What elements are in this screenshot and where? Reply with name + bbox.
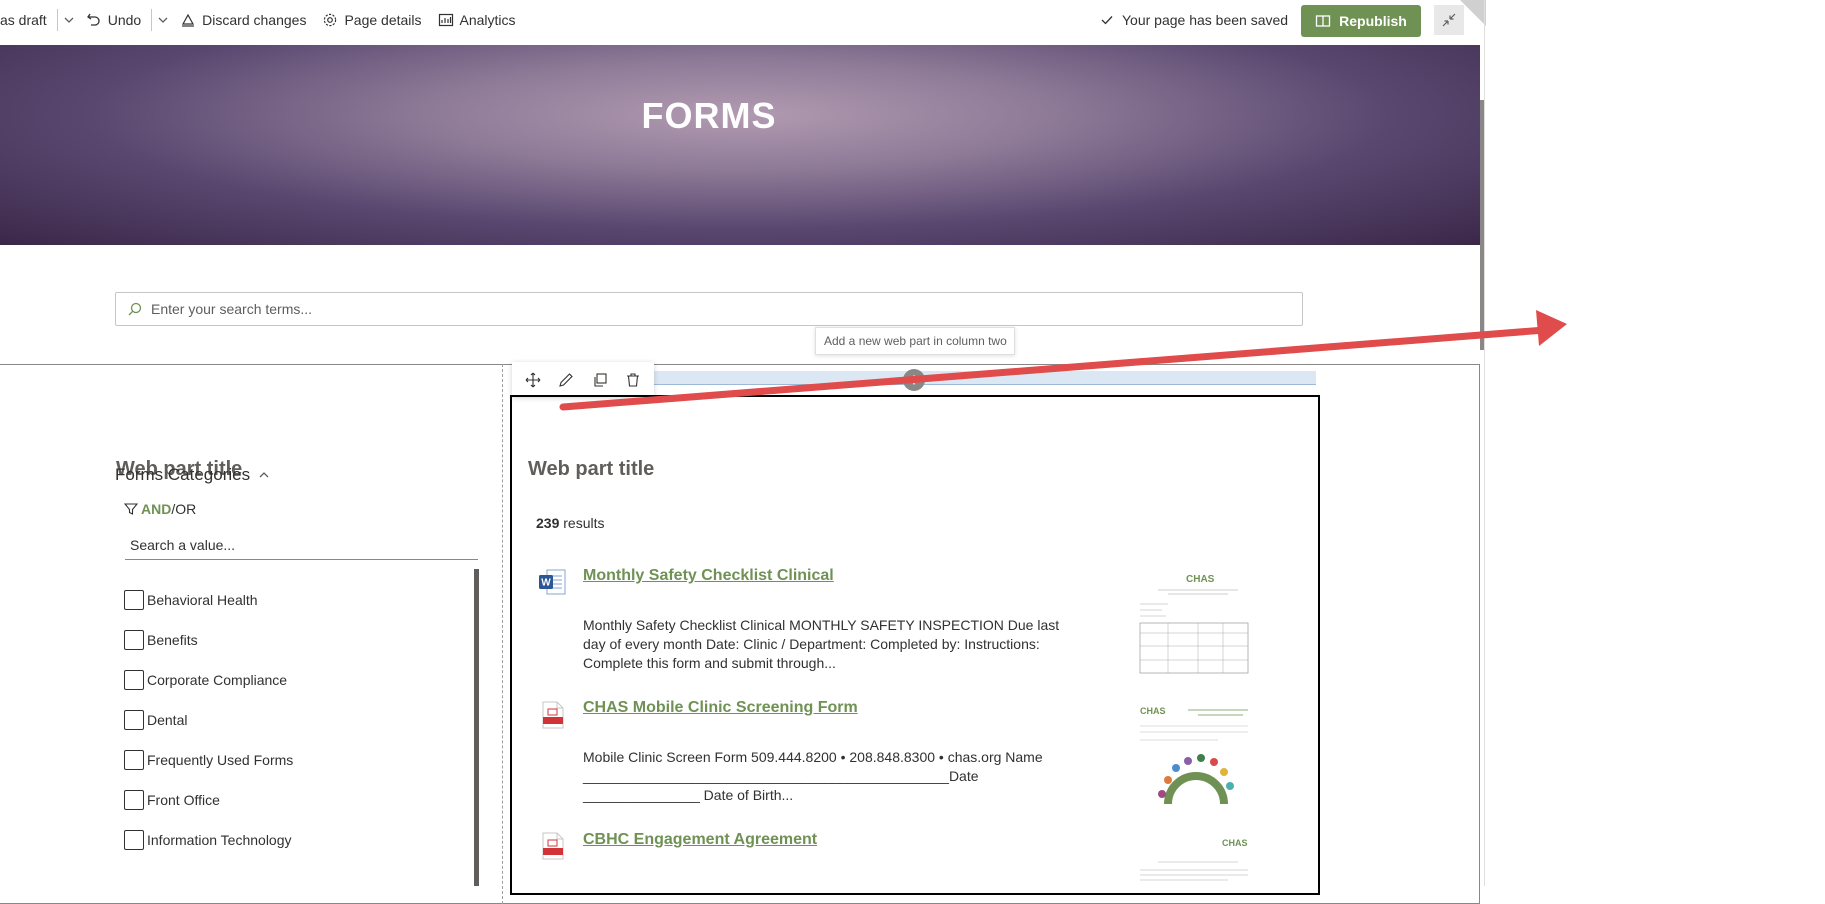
- right-webpart-title: Web part title: [528, 458, 655, 480]
- discard-icon: [182, 13, 195, 27]
- saved-status-text: Your page has been saved: [1122, 12, 1289, 28]
- value-search-input[interactable]: Search a value...: [125, 530, 478, 560]
- undo-icon: [86, 13, 100, 26]
- collapse-icon: [1442, 13, 1456, 27]
- save-as-draft-label: as draft: [0, 12, 47, 28]
- gear-icon: [324, 13, 337, 27]
- undo-button[interactable]: Undo: [78, 0, 149, 40]
- category-checkbox[interactable]: Front Office: [124, 780, 293, 820]
- panel-edge: [1484, 0, 1485, 886]
- hero-banner: FORMS: [0, 45, 1480, 245]
- discard-changes-button[interactable]: Discard changes: [172, 0, 314, 40]
- document-thumbnail[interactable]: CHAS: [1138, 832, 1250, 886]
- result-title-link[interactable]: Monthly Safety Checklist Clinical: [583, 567, 834, 585]
- page-details-label: Page details: [344, 12, 422, 28]
- filter-title: Forms Categories: [115, 465, 251, 484]
- category-checkbox[interactable]: Dental: [124, 700, 293, 740]
- category-checkbox[interactable]: Information Technology: [124, 820, 293, 860]
- column-divider: [502, 364, 503, 904]
- checkmark-icon: [1101, 16, 1113, 25]
- category-label: Benefits: [147, 632, 198, 648]
- analytics-label: Analytics: [459, 12, 516, 28]
- filter-header[interactable]: Forms Categories: [115, 465, 270, 485]
- discard-label: Discard changes: [202, 12, 307, 28]
- checkbox[interactable]: [124, 790, 144, 810]
- search-placeholder: Enter your search terms...: [151, 301, 313, 317]
- category-label: Frequently Used Forms: [147, 752, 294, 768]
- category-label: Behavioral Health: [147, 592, 258, 608]
- svg-text:CHAS: CHAS: [1222, 838, 1248, 848]
- chevron-up-icon: [259, 472, 269, 478]
- document-thumbnail[interactable]: CHAS: [1138, 568, 1250, 676]
- checkbox[interactable]: [124, 590, 144, 610]
- add-webpart-tooltip: Add a new web part in column two: [815, 327, 1015, 355]
- category-checkbox[interactable]: Corporate Compliance: [124, 660, 293, 700]
- and-label: AND: [141, 501, 172, 517]
- category-label: Dental: [147, 712, 188, 728]
- saved-status: Your page has been saved: [1100, 0, 1288, 40]
- category-checkbox[interactable]: Benefits: [124, 620, 293, 660]
- result-title-link[interactable]: CBHC Engagement Agreement: [583, 831, 817, 849]
- save-as-draft-button[interactable]: as draft: [0, 0, 55, 40]
- and-or-toggle[interactable]: AND /OR: [124, 501, 196, 517]
- undo-label: Undo: [107, 12, 142, 28]
- book-icon: [1316, 15, 1331, 27]
- results-count: 239 results: [536, 515, 604, 531]
- divider: [56, 9, 58, 31]
- checkbox[interactable]: [124, 750, 144, 770]
- category-label: Information Technology: [147, 832, 292, 848]
- analytics-icon: [438, 13, 453, 27]
- result-title-link[interactable]: CHAS Mobile Clinic Screening Form: [583, 699, 858, 717]
- search-input[interactable]: Enter your search terms...: [115, 292, 1303, 326]
- move-icon[interactable]: [519, 366, 547, 394]
- checkbox[interactable]: [124, 630, 144, 650]
- add-webpart-line[interactable]: [654, 371, 1316, 385]
- checkbox[interactable]: [124, 670, 144, 690]
- checkbox[interactable]: [124, 830, 144, 850]
- result-snippet: Monthly Safety Checklist Clinical MONTHL…: [583, 617, 1060, 671]
- word-doc-icon: W: [538, 568, 566, 598]
- add-webpart-plus-icon[interactable]: +: [903, 369, 925, 391]
- search-icon: [128, 302, 142, 316]
- pdf-icon: [538, 700, 566, 730]
- republish-button[interactable]: Republish: [1301, 5, 1421, 37]
- save-dropdown-chevron-icon[interactable]: [60, 0, 78, 40]
- document-thumbnail[interactable]: CHAS: [1138, 700, 1250, 808]
- category-label: Corporate Compliance: [147, 672, 288, 688]
- analytics-button[interactable]: Analytics: [430, 0, 524, 40]
- edit-pencil-icon[interactable]: [552, 366, 580, 394]
- category-label: Front Office: [147, 792, 220, 808]
- collapse-button[interactable]: [1434, 5, 1464, 35]
- filter-icon: [124, 503, 138, 515]
- checkbox[interactable]: [124, 710, 144, 730]
- divider: [151, 9, 153, 31]
- value-search-placeholder: Search a value...: [130, 536, 236, 553]
- category-checkbox[interactable]: Frequently Used Forms: [124, 740, 293, 780]
- category-checkbox[interactable]: Behavioral Health: [124, 580, 293, 620]
- republish-label: Republish: [1339, 13, 1407, 29]
- scrollbar[interactable]: [474, 569, 479, 886]
- webpart-toolbar: [512, 362, 654, 397]
- page-title: FORMS: [641, 95, 777, 136]
- undo-dropdown-chevron-icon[interactable]: [154, 0, 172, 40]
- svg-text:CHAS: CHAS: [1140, 706, 1166, 716]
- result-snippet: Mobile Clinic Screen Form 509.444.8200 •…: [583, 749, 1043, 803]
- tooltip-text: Add a new web part in column two: [824, 334, 1007, 348]
- results-count-number: 239: [536, 515, 560, 531]
- category-list: Behavioral Health Benefits Corporate Com…: [124, 580, 293, 860]
- delete-trash-icon[interactable]: [619, 366, 647, 394]
- or-label: /OR: [171, 501, 197, 517]
- results-count-suffix: results: [559, 515, 605, 531]
- page-details-button[interactable]: Page details: [314, 0, 429, 40]
- duplicate-icon[interactable]: [586, 366, 614, 394]
- pdf-icon: [538, 831, 566, 861]
- svg-text:CHAS: CHAS: [1186, 574, 1215, 585]
- svg-text:W: W: [541, 578, 551, 589]
